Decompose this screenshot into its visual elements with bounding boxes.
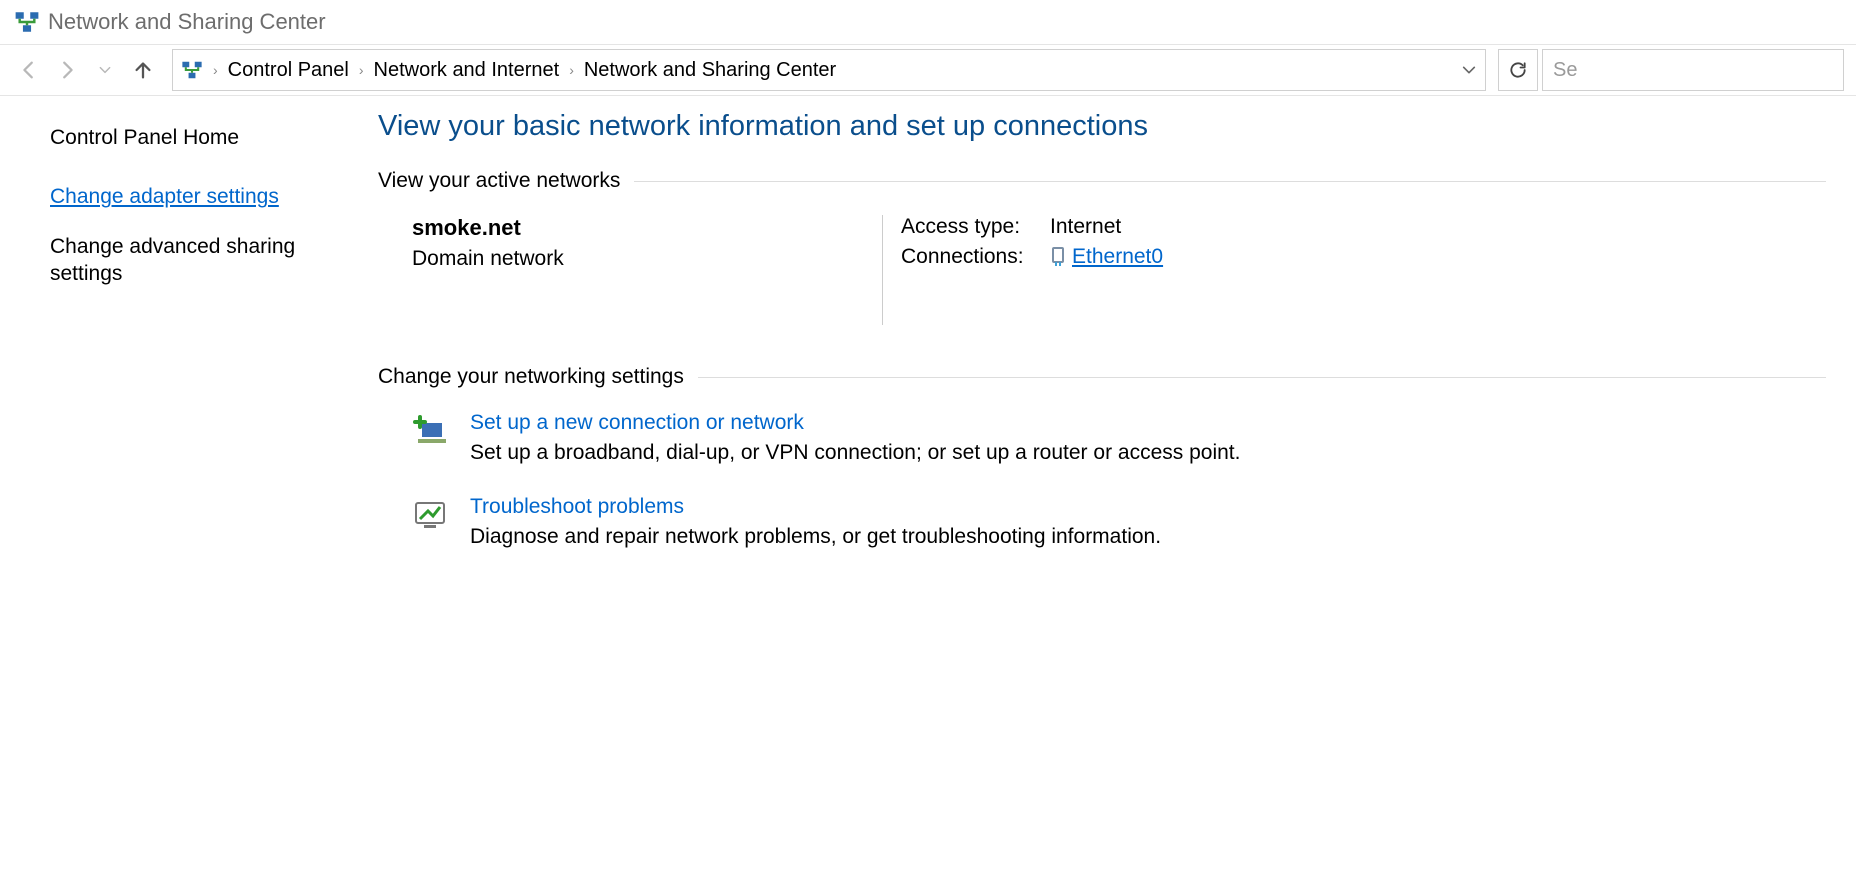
refresh-button[interactable] [1498,49,1538,91]
connection-link[interactable]: Ethernet0 [1072,245,1163,269]
page-heading: View your basic network information and … [378,110,1826,143]
chevron-right-icon[interactable]: › [359,62,364,78]
setup-connection-option[interactable]: Set up a new connection or network Set u… [412,411,1826,465]
active-network-block: smoke.net Domain network Access type: In… [412,215,1826,325]
forward-button[interactable] [50,53,84,87]
access-type-value: Internet [1050,215,1121,239]
section-change-settings: Change your networking settings [378,365,1826,389]
back-button[interactable] [12,53,46,87]
breadcrumb-item[interactable]: Network and Internet [374,59,560,82]
option-desc: Set up a broadband, dial-up, or VPN conn… [470,441,1240,465]
setup-connection-icon [412,413,448,449]
search-placeholder: Se [1553,59,1577,82]
change-adapter-settings-link[interactable]: Change adapter settings [50,183,312,210]
recent-dropdown[interactable] [88,53,122,87]
network-name: smoke.net [412,215,882,241]
section-label: View your active networks [378,169,620,193]
divider-line [698,377,1826,378]
up-button[interactable] [126,53,160,87]
divider-line [634,181,1826,182]
chevron-right-icon[interactable]: › [213,62,218,78]
sidebar: Control Panel Home Change adapter settin… [0,96,330,888]
option-title: Troubleshoot problems [470,495,1161,519]
network-icon [14,9,40,35]
chevron-right-icon[interactable]: › [569,62,574,78]
network-type: Domain network [412,247,882,271]
address-dropdown[interactable] [1461,62,1477,78]
breadcrumb-item[interactable]: Control Panel [228,59,349,82]
option-desc: Diagnose and repair network problems, or… [470,525,1161,549]
option-title: Set up a new connection or network [470,411,1240,435]
troubleshoot-option[interactable]: Troubleshoot problems Diagnose and repai… [412,495,1826,549]
window-title: Network and Sharing Center [48,9,326,35]
change-advanced-sharing-link[interactable]: Change advanced sharing settings [50,233,312,288]
ethernet-icon [1050,246,1066,268]
search-input[interactable]: Se [1542,49,1844,91]
connections-label: Connections: [901,245,1036,269]
troubleshoot-icon [412,497,448,533]
vertical-divider [882,215,883,325]
network-icon [181,59,203,81]
nav-bar: › Control Panel › Network and Internet ›… [0,44,1856,96]
title-bar: Network and Sharing Center [0,0,1856,44]
main-content: View your basic network information and … [330,96,1856,888]
breadcrumb-item[interactable]: Network and Sharing Center [584,59,836,82]
address-bar[interactable]: › Control Panel › Network and Internet ›… [172,49,1486,91]
section-active-networks: View your active networks [378,169,1826,193]
section-label: Change your networking settings [378,365,684,389]
control-panel-home-link[interactable]: Control Panel Home [50,124,312,151]
access-type-label: Access type: [901,215,1036,239]
